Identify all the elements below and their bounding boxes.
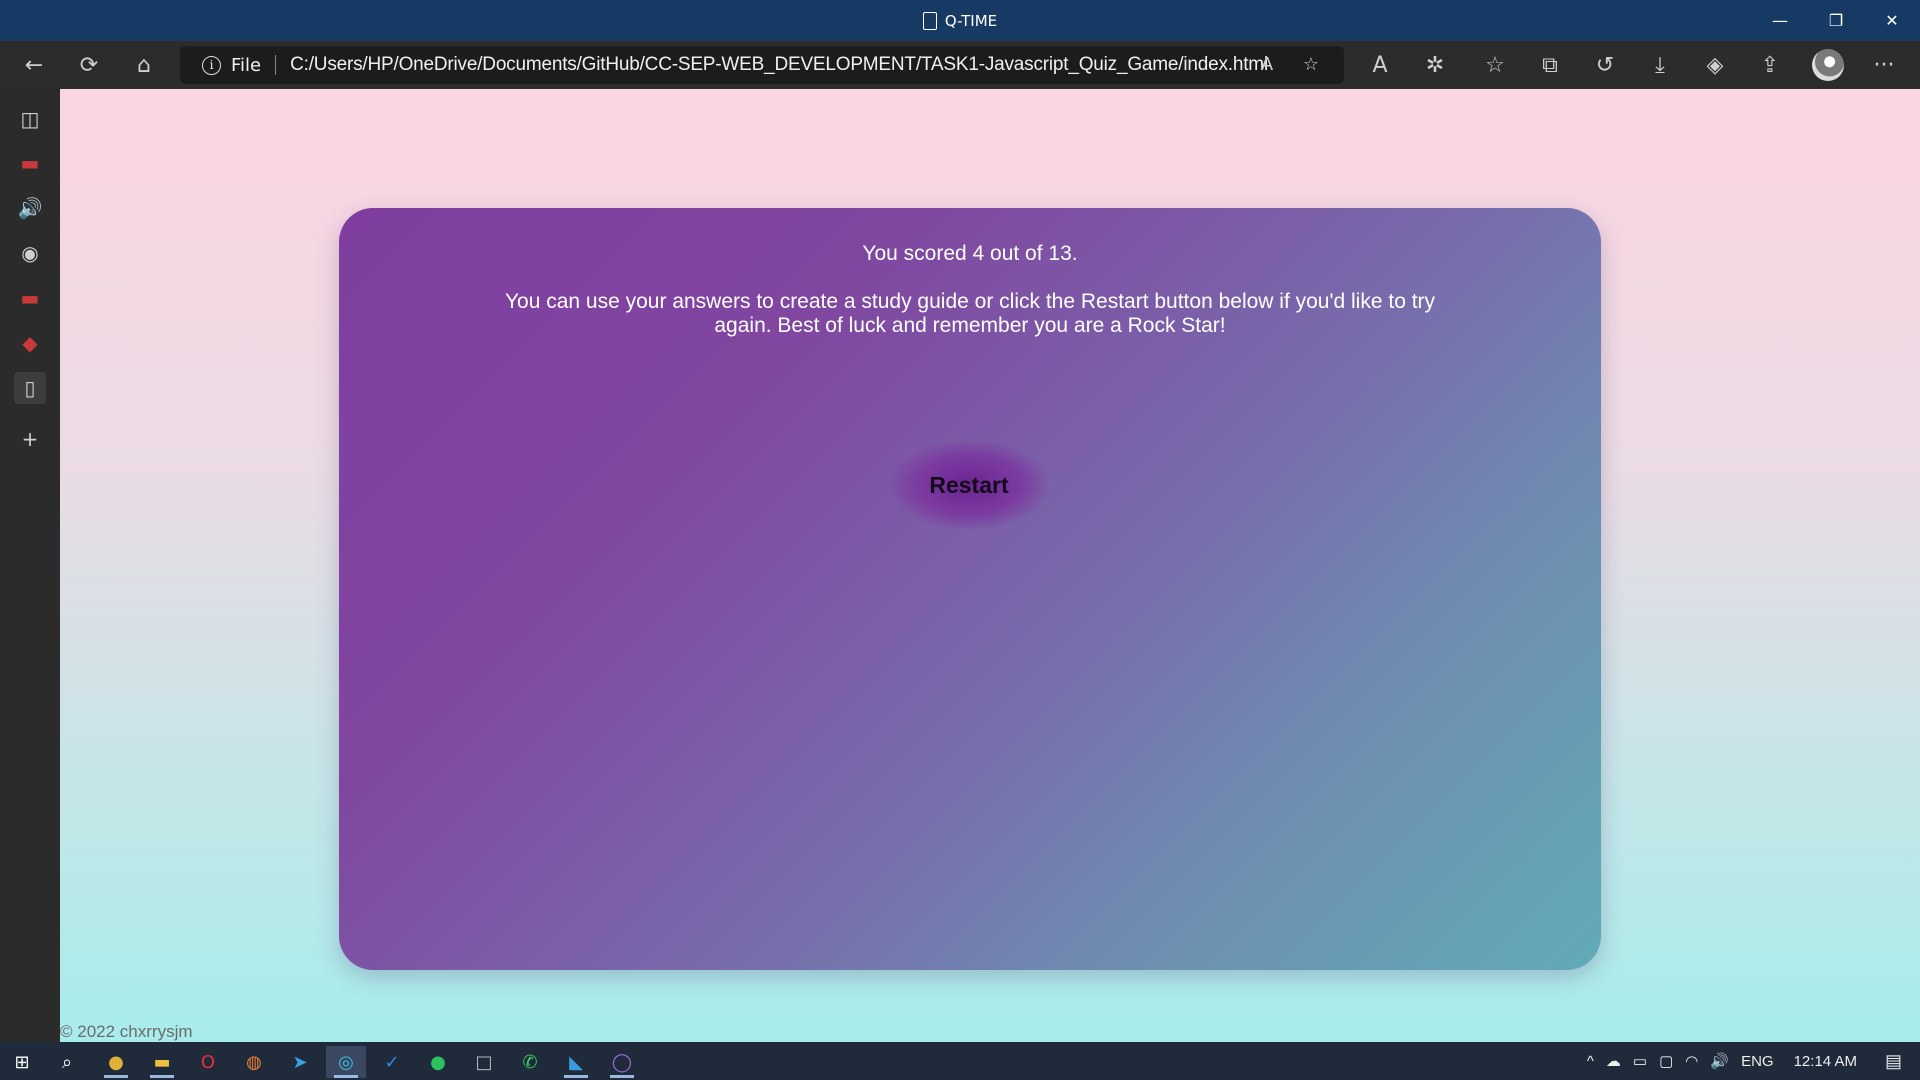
profile-avatar[interactable]	[1812, 49, 1844, 81]
collections-icon[interactable]: ⧉	[1534, 49, 1566, 81]
minimize-button[interactable]: —	[1752, 0, 1808, 41]
wifi-icon[interactable]: ◠	[1685, 1052, 1698, 1070]
address-divider	[275, 55, 277, 75]
active-page-tab-icon[interactable]: ▯	[14, 372, 46, 404]
refresh-button[interactable]: ⟳	[73, 49, 105, 81]
browser-toolbar: ← ⟳ ⌂ i File C:/Users/HP/OneDrive/Docume…	[0, 41, 1920, 89]
window-controls: — ❐ ✕	[1752, 0, 1920, 41]
taskbar: ⊞ ⌕ ● ▬ O ◍ ➤ ◎ ✓ ● □ ✆ ◣ ◯ ^ ☁ ▭ ▢ ◠ 🔊 …	[0, 1042, 1920, 1080]
score-text: You scored 4 out of 13.	[862, 242, 1078, 265]
web-capture-icon[interactable]: ◈	[1699, 49, 1731, 81]
info-icon[interactable]: i	[202, 55, 221, 75]
meet-now-icon[interactable]: ▢	[1659, 1052, 1673, 1070]
quiz-result-card: You scored 4 out of 13. You can use your…	[339, 208, 1601, 970]
pdf-tab-icon[interactable]: ▬	[14, 147, 46, 179]
add-favorite-icon[interactable]: ☆	[1296, 49, 1326, 79]
firefox-app-icon[interactable]: ◍	[234, 1046, 274, 1078]
window-title-area: Q-TIME	[0, 0, 1920, 41]
opera-app-icon[interactable]: O	[188, 1046, 228, 1078]
clock[interactable]: 12:14 AM	[1794, 1053, 1857, 1070]
browser-sidebar: ◫ ▬ 🔊 ◉ ▬ ◆ ▯ +	[0, 89, 60, 1042]
file-label: File	[231, 54, 262, 76]
document-icon	[922, 11, 937, 30]
telegram-app-icon[interactable]: ➤	[280, 1046, 320, 1078]
window-title: Q-TIME	[944, 11, 998, 30]
read-aloud-icon[interactable]: A	[1252, 49, 1282, 79]
whatsapp-app-icon[interactable]: ✆	[510, 1046, 550, 1078]
close-button[interactable]: ✕	[1864, 0, 1920, 41]
start-button[interactable]: ⊞	[2, 1046, 42, 1078]
tray-chevron-icon[interactable]: ^	[1587, 1053, 1594, 1070]
translator-extension-icon[interactable]: A	[1364, 49, 1396, 81]
spotify-app-icon[interactable]: ●	[418, 1046, 458, 1078]
url-text[interactable]: C:/Users/HP/OneDrive/Documents/GitHub/CC…	[290, 54, 1268, 76]
web-page: You scored 4 out of 13. You can use your…	[60, 89, 1920, 1042]
downloads-icon[interactable]: ⤓	[1644, 49, 1676, 81]
pdf-tab-icon-2[interactable]: ▬	[14, 282, 46, 314]
new-tab-icon[interactable]: +	[14, 423, 46, 455]
language-indicator[interactable]: ENG	[1741, 1053, 1774, 1070]
favorites-icon[interactable]: ☆	[1479, 49, 1511, 81]
title-bar: Q-TIME — ❐ ✕	[0, 0, 1920, 41]
restart-button[interactable]: Restart	[889, 440, 1049, 530]
address-actions: A ☆	[1252, 49, 1326, 79]
git-tab-icon[interactable]: ◆	[14, 327, 46, 359]
search-icon[interactable]: ⌕	[47, 1046, 87, 1078]
more-menu-button[interactable]: ···	[1868, 49, 1900, 81]
onedrive-icon[interactable]: ☁	[1606, 1052, 1621, 1070]
restore-button[interactable]: ❐	[1808, 0, 1864, 41]
audio-tab-icon[interactable]: 🔊	[14, 192, 46, 224]
share-icon[interactable]: ⇪	[1754, 49, 1786, 81]
home-button[interactable]: ⌂	[128, 49, 160, 81]
terminal-app-icon[interactable]: □	[464, 1046, 504, 1078]
address-bar[interactable]: i File C:/Users/HP/OneDrive/Documents/Gi…	[180, 46, 1344, 84]
extensions-icon[interactable]: ✲	[1419, 49, 1451, 81]
result-message: You can use your answers to create a stu…	[504, 290, 1436, 337]
notifications-icon[interactable]: ▤	[1885, 1051, 1902, 1072]
file-explorer-app-icon[interactable]: ▬	[142, 1046, 182, 1078]
chrome-app-icon[interactable]: ●	[96, 1046, 136, 1078]
todo-app-icon[interactable]: ✓	[372, 1046, 412, 1078]
github-tab-icon[interactable]: ◉	[14, 237, 46, 269]
back-button[interactable]: ←	[18, 49, 50, 81]
tab-actions-icon[interactable]: ◫	[14, 103, 46, 135]
footer-copyright: © 2022 chxrrysjm	[60, 1022, 193, 1041]
edge-app-icon[interactable]: ◎	[326, 1046, 366, 1078]
battery-icon[interactable]: ▭	[1633, 1052, 1647, 1070]
vscode-app-icon[interactable]: ◣	[556, 1046, 596, 1078]
github-desktop-app-icon[interactable]: ◯	[602, 1046, 642, 1078]
volume-icon[interactable]: 🔊	[1710, 1052, 1729, 1070]
system-tray: ^ ☁ ▭ ▢ ◠ 🔊 ENG 12:14 AM ▤	[1587, 1042, 1920, 1080]
history-icon[interactable]: ↺	[1589, 49, 1621, 81]
